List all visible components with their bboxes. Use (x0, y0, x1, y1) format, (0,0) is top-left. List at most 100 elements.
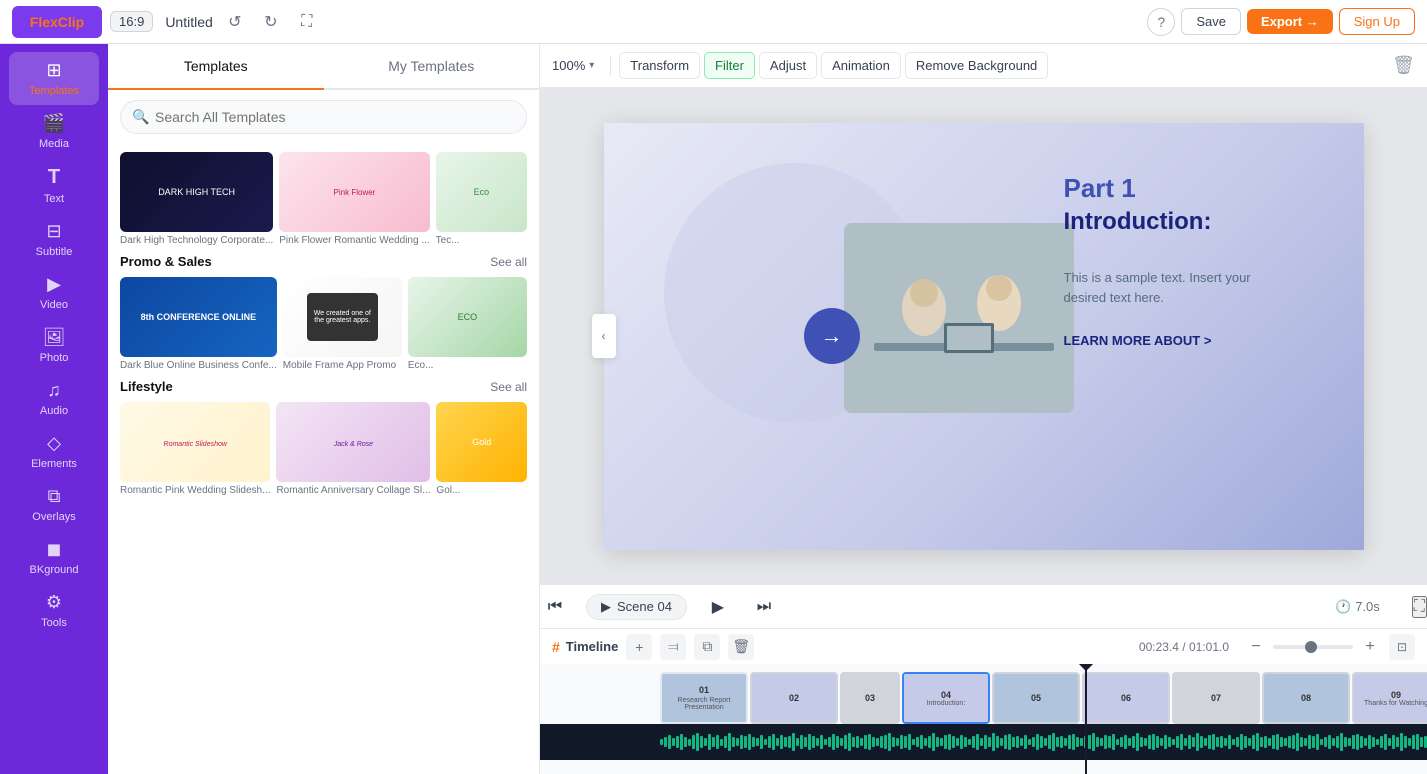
zoom-slider[interactable] (1273, 645, 1353, 649)
delete-scene-button[interactable]: 🗑 (728, 634, 754, 660)
zoom-label: 100% (552, 58, 585, 73)
preview-frame: → (604, 123, 1364, 550)
templates-panel: Templates My Templates 🔍 DARK HIGH TECH … (108, 44, 540, 774)
table-row[interactable]: 07 (1172, 672, 1260, 724)
timeline-bar: # Timeline + ⫤ ⧉ 🗑 00:23.4 / 01:01.0 − +… (540, 628, 1427, 664)
transform-button[interactable]: Transform (619, 52, 700, 79)
timeline-scenes: 01 Research Report Presentation 02 03 (540, 664, 1427, 724)
table-row[interactable]: 01 Research Report Presentation (660, 672, 748, 724)
template-card[interactable]: Gold (436, 402, 527, 482)
sidebar-item-tools[interactable]: ⚙ Tools (9, 584, 99, 637)
animation-button[interactable]: Animation (821, 52, 901, 79)
template-label: Mobile Frame App Promo (283, 360, 402, 371)
list-item: Jack & Rose Romantic Anniversary Collage… (276, 402, 430, 496)
zoom-out-button[interactable]: − (1245, 636, 1267, 658)
template-card[interactable]: Eco (436, 152, 527, 232)
audio-wave-inner (540, 724, 1427, 760)
template-card[interactable]: Pink Flower (279, 152, 429, 232)
timeline-text: Timeline (566, 639, 619, 654)
skip-back-button[interactable]: ⏮ (540, 592, 570, 622)
template-card[interactable]: We created one of the greatest apps. (283, 277, 402, 357)
template-label: Dark Blue Online Business Confe... (120, 360, 277, 371)
template-label: Pink Flower Romantic Wedding ... (279, 235, 429, 246)
template-card[interactable]: ECO (408, 277, 527, 357)
template-card[interactable]: 8th CONFERENCE ONLINE (120, 277, 277, 357)
table-row[interactable]: 05 (992, 672, 1080, 724)
scene-label: Scene 04 (617, 599, 672, 614)
template-label: Eco... (408, 360, 527, 371)
sidebar-item-label: Text (44, 193, 64, 205)
ratio-badge: 16:9 (110, 11, 153, 32)
help-button[interactable]: ? (1147, 8, 1175, 36)
adjust-button[interactable]: Adjust (759, 52, 817, 79)
sidebar-item-text[interactable]: T Text (9, 158, 99, 213)
search-bar: 🔍 (108, 90, 539, 144)
table-row[interactable]: 06 (1082, 672, 1170, 724)
collapse-panel-button[interactable]: ‹ (592, 314, 616, 358)
lifestyle-see-all[interactable]: See all (490, 380, 527, 394)
table-row[interactable]: 03 (840, 672, 900, 724)
clock-icon: 🕐 (1335, 599, 1351, 615)
time-label: 7.0s (1355, 599, 1380, 614)
expand-button[interactable]: ⛶ (1412, 596, 1427, 618)
toolbar-separator (610, 56, 611, 76)
sidebar-item-templates[interactable]: ⊞ Templates (9, 52, 99, 105)
template-card[interactable]: Jack & Rose (276, 402, 430, 482)
sidebar-item-subtitle[interactable]: ⊟ Subtitle (9, 213, 99, 266)
time-display: 🕐 7.0s (1335, 599, 1380, 615)
undo-button[interactable]: ↺ (221, 8, 249, 36)
preview-heading: Introduction: (1064, 208, 1334, 236)
fit-button[interactable]: ⊡ (1389, 634, 1415, 660)
template-card[interactable]: DARK HIGH TECH (120, 152, 273, 232)
remove-bg-button[interactable]: Remove Background (905, 52, 1048, 79)
save-button[interactable]: Save (1181, 8, 1241, 35)
split-button[interactable]: ⫤ (660, 634, 686, 660)
sidebar-item-video[interactable]: ▶ Video (9, 266, 99, 319)
promo-section-title: Promo & Sales (120, 254, 212, 269)
sidebar-item-overlays[interactable]: ⧉ Overlays (9, 478, 99, 531)
main-layout: ⊞ Templates 🎬 Media T Text ⊟ Subtitle ▶ … (0, 44, 1427, 774)
zoom-in-button[interactable]: + (1359, 636, 1381, 658)
promo-template-grid: 8th CONFERENCE ONLINE Dark Blue Online B… (120, 277, 527, 371)
play-button[interactable]: ▶ (703, 592, 733, 622)
toolbar-right: 🗑 (1392, 55, 1415, 76)
promo-see-all[interactable]: See all (490, 255, 527, 269)
zoom-controls: − + (1245, 636, 1381, 658)
lifestyle-section-header: Lifestyle See all (120, 379, 527, 394)
sidebar-item-media[interactable]: 🎬 Media (9, 105, 99, 158)
list-item: Gold Gol... (436, 402, 527, 496)
sidebar-item-label: Audio (40, 405, 68, 417)
skip-forward-button[interactable]: ⏭ (749, 592, 779, 622)
preview-play-button[interactable]: → (804, 308, 860, 364)
table-row[interactable]: 09 Thanks for Watching (1352, 672, 1427, 724)
template-card[interactable]: Romantic Slideshow (120, 402, 270, 482)
top-template-grid: DARK HIGH TECH Dark High Technology Corp… (120, 152, 527, 246)
export-button[interactable]: Export → (1247, 9, 1333, 34)
table-row[interactable]: 04 Introduction: (902, 672, 990, 724)
add-scene-inline-button[interactable]: + (626, 634, 652, 660)
logo: FlexClip (12, 6, 102, 38)
tab-my-templates[interactable]: My Templates (324, 44, 540, 90)
scene-controls: ⏮ ▶ Scene 04 ▶ ⏭ 🕐 7.0s ⛶ (540, 584, 1427, 628)
sidebar-item-elements[interactable]: ◇ Elements (9, 425, 99, 478)
lifestyle-section-title: Lifestyle (120, 379, 173, 394)
topbar-actions: ? Save Export → Sign Up (1147, 8, 1415, 36)
delete-button[interactable]: 🗑 (1392, 55, 1415, 76)
list-item: Pink Flower Pink Flower Romantic Wedding… (279, 152, 429, 246)
timeline-icon: # (552, 639, 560, 655)
copy-button[interactable]: ⧉ (694, 634, 720, 660)
table-row[interactable]: 08 (1262, 672, 1350, 724)
filter-button[interactable]: Filter (704, 52, 755, 79)
sidebar-item-audio[interactable]: ♫ Audio (9, 372, 99, 425)
redo-button[interactable]: ↻ (257, 8, 285, 36)
search-input[interactable] (120, 100, 527, 134)
tab-templates[interactable]: Templates (108, 44, 324, 90)
sidebar-item-photo[interactable]: 🖼 Photo (9, 319, 99, 372)
topbar: FlexClip 16:9 Untitled ↺ ↻ ⛶ ? Save Expo… (0, 0, 1427, 44)
timeline-label: # Timeline (552, 639, 618, 655)
audio-icon: ♫ (47, 380, 61, 401)
table-row[interactable]: 02 (750, 672, 838, 724)
signup-button[interactable]: Sign Up (1339, 8, 1415, 35)
sidebar-item-bkground[interactable]: ◼ BKground (9, 531, 99, 584)
fullscreen-button[interactable]: ⛶ (293, 8, 321, 36)
